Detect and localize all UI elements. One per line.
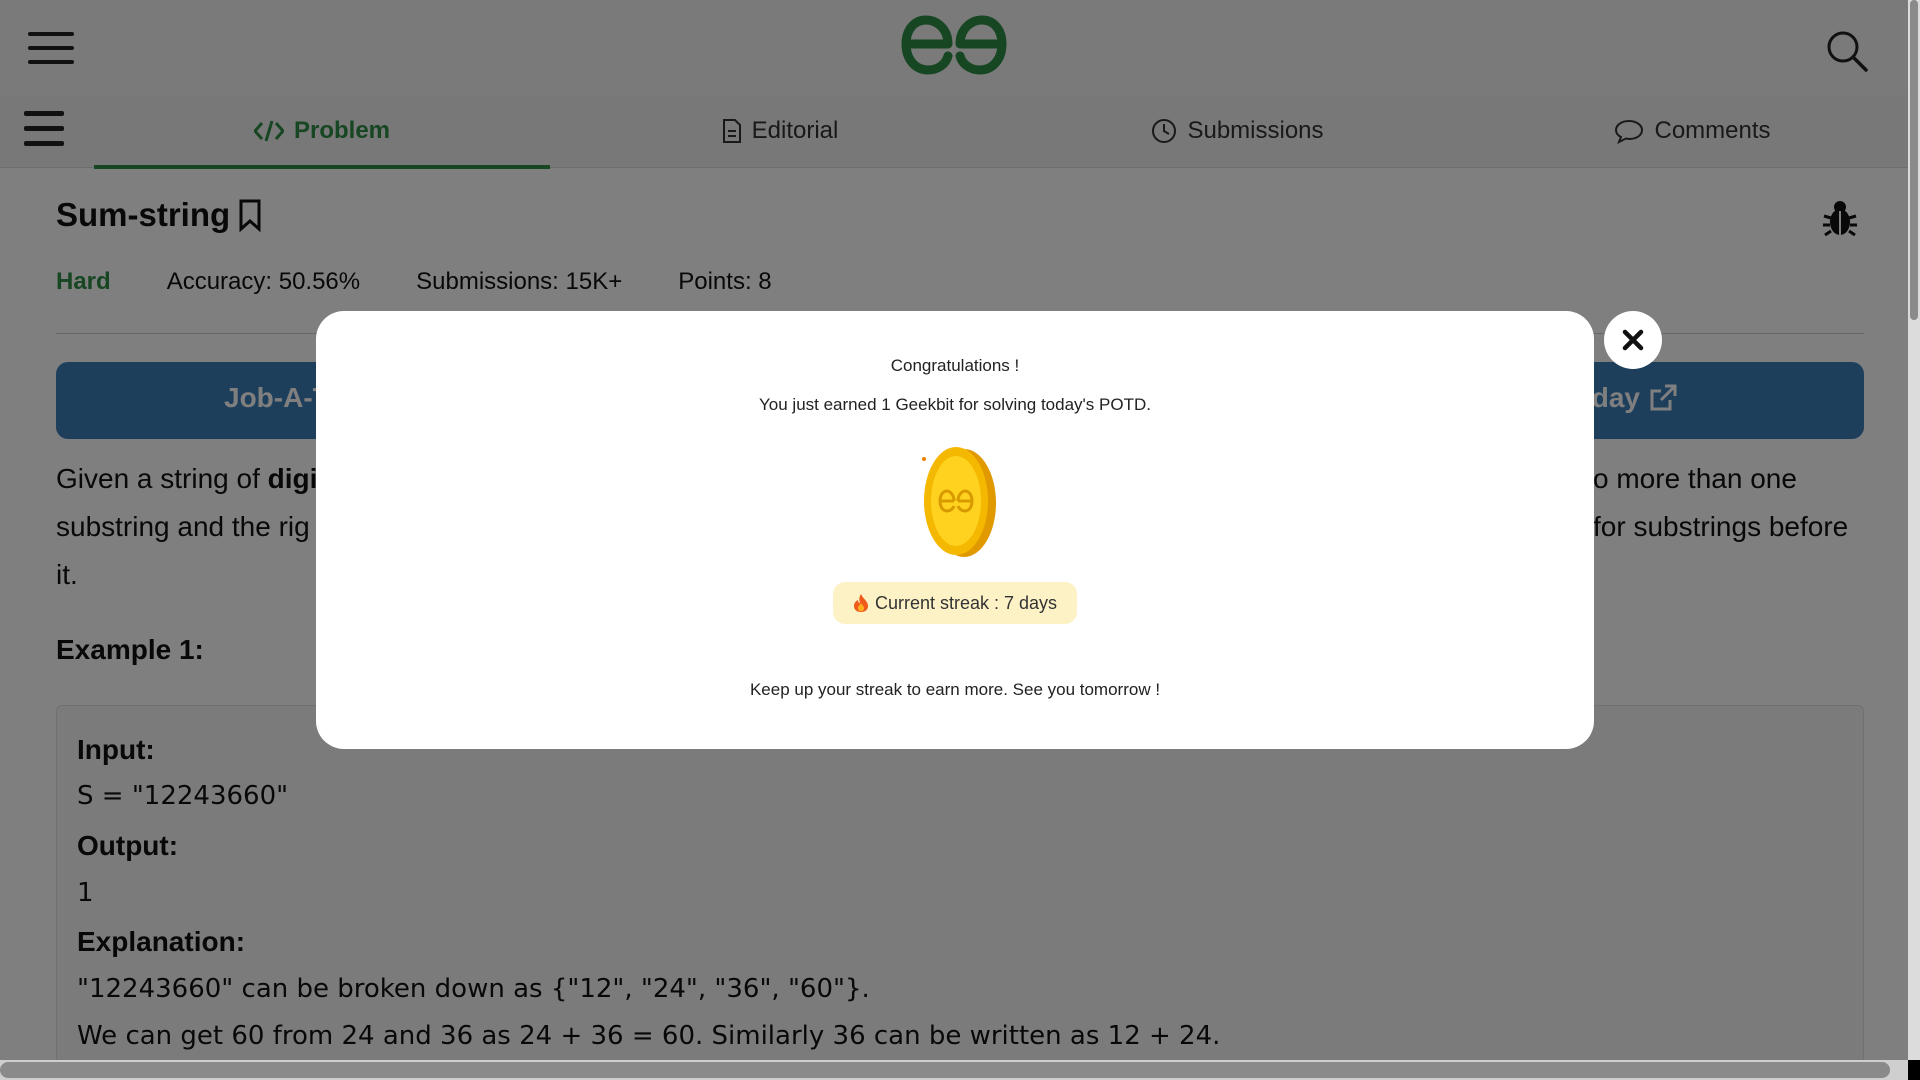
coin-icon <box>922 447 996 557</box>
horizontal-scrollbar-thumb[interactable] <box>0 1062 1890 1078</box>
earned-text: You just earned 1 Geekbit for solving to… <box>759 395 1151 414</box>
potd-reward-modal: Congratulations ! You just earned 1 Geek… <box>316 311 1594 749</box>
scrollbar-corner <box>1908 1060 1920 1080</box>
fire-icon <box>853 594 868 612</box>
vertical-scrollbar-thumb[interactable] <box>1910 0 1918 320</box>
close-icon <box>1622 329 1644 351</box>
congrats-text: Congratulations ! <box>890 356 1020 375</box>
close-modal-button[interactable] <box>1604 311 1662 369</box>
streak-text: Current streak : 7 days <box>874 592 1058 613</box>
streak-badge: Current streak : 7 days <box>833 582 1077 624</box>
keep-streak-text: Keep up your streak to earn more. See yo… <box>749 680 1161 699</box>
